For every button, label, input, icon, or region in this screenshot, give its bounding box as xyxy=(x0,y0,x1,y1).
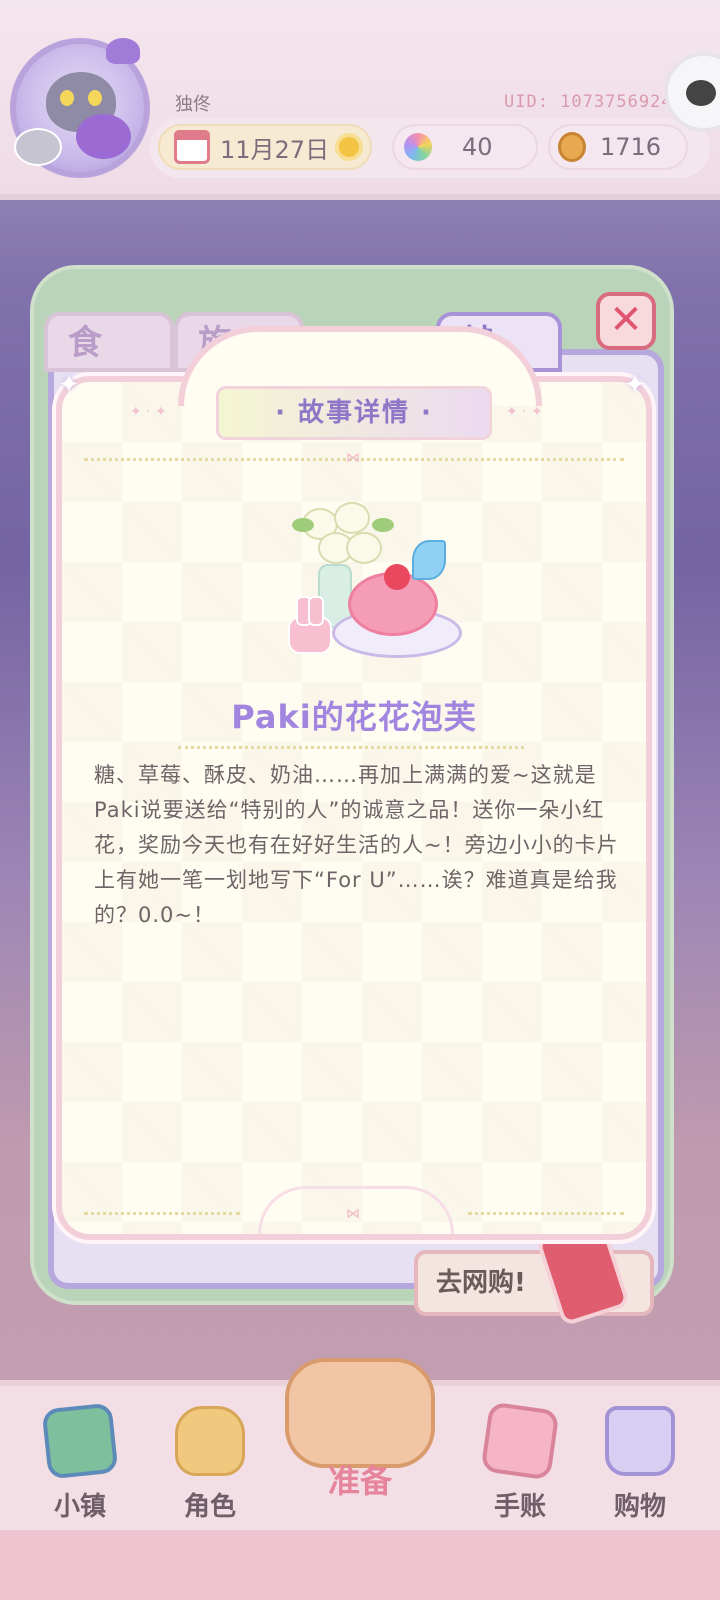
coin-count: 1716 xyxy=(600,133,662,161)
leaf xyxy=(292,518,314,532)
gem-counter[interactable]: 40 xyxy=(392,124,538,170)
diary-icon xyxy=(480,1401,560,1481)
username: 独佟 xyxy=(175,94,211,115)
nav-town[interactable]: 小镇 xyxy=(20,1398,140,1528)
close-icon[interactable]: ✕ xyxy=(596,292,656,350)
cream-puff-illustration xyxy=(262,498,462,668)
strawberry xyxy=(384,564,410,590)
nav-diary-label: 手账 xyxy=(493,1492,546,1522)
nav-shopping[interactable]: 购物 xyxy=(580,1398,700,1528)
item-name: Paki的花花泡芙 xyxy=(231,698,477,736)
leaf xyxy=(372,518,394,532)
gem-icon xyxy=(404,133,432,161)
player-avatar[interactable] xyxy=(10,38,150,178)
sparkle-icon: ✦ xyxy=(624,370,646,400)
gem-count: 40 xyxy=(462,133,493,161)
date-text: 11月27日 xyxy=(220,135,330,164)
item-description: 糖、草莓、酥皮、奶油……再加上满满的爱~这就是Paki说要送给“特别的人”的诚意… xyxy=(94,763,619,927)
bunny-icon xyxy=(175,1406,245,1476)
nav-role-label: 角色 xyxy=(183,1492,236,1522)
plush-toy xyxy=(76,114,131,159)
coin-counter[interactable]: 1716 xyxy=(548,124,688,170)
dot-decoration: ✦ · ✦ xyxy=(130,404,167,420)
butterfly-icon xyxy=(412,540,446,580)
kitten-icon xyxy=(14,128,62,166)
shopping-bag-icon xyxy=(605,1406,675,1476)
divider xyxy=(84,1212,240,1215)
dot-decoration: ✦ · ✦ xyxy=(506,404,543,420)
rose xyxy=(334,502,370,534)
nav-prepare[interactable]: 准备 xyxy=(270,1350,450,1500)
coin-icon xyxy=(558,132,586,162)
date-display: 11月27日 xyxy=(158,124,372,170)
bow-icon: ⋈ xyxy=(346,1206,360,1222)
bow-icon: ⋈ xyxy=(346,450,360,466)
nav-town-label: 小镇 xyxy=(53,1492,106,1522)
user-id: UID: 1073756924 xyxy=(504,92,673,112)
map-icon xyxy=(41,1402,119,1480)
calendar-icon xyxy=(174,130,210,164)
divider xyxy=(468,1212,624,1215)
nav-role[interactable]: 角色 xyxy=(150,1398,270,1528)
tab-food[interactable]: 食 品 xyxy=(44,312,174,417)
mushroom-icon xyxy=(106,38,140,64)
nav-diary[interactable]: 手账 xyxy=(460,1398,580,1528)
nav-prepare-label: 准备 xyxy=(327,1462,392,1500)
footer-bar xyxy=(0,1530,720,1600)
bunny-card xyxy=(288,596,332,654)
dialog-title: · 故事详情 · xyxy=(216,386,492,440)
nav-shopping-label: 购物 xyxy=(613,1492,666,1522)
sparkle-icon: ✦ xyxy=(58,370,80,400)
divider xyxy=(178,746,524,749)
basket-icon xyxy=(285,1358,435,1468)
rose xyxy=(346,532,382,564)
sun-icon xyxy=(339,137,360,157)
